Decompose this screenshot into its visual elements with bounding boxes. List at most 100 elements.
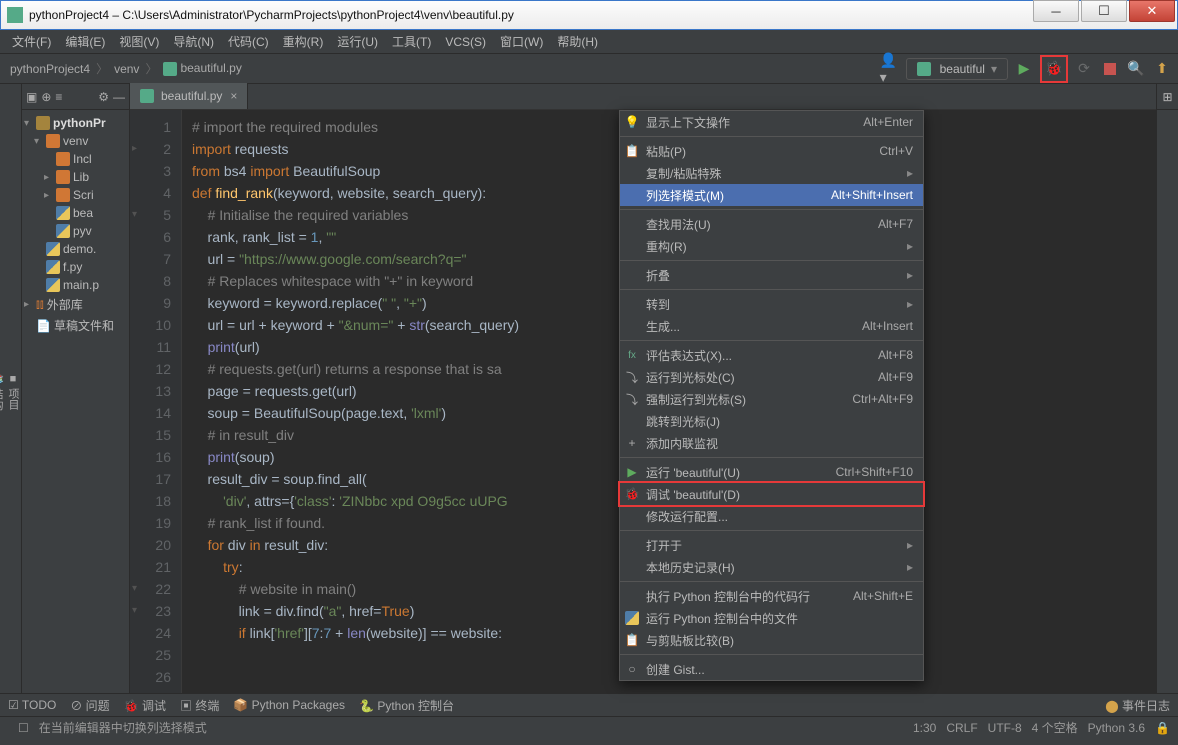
inspections-icon[interactable]: ⊞ bbox=[1157, 84, 1178, 110]
window-titlebar: pythonProject4 – C:\Users\Administrator\… bbox=[0, 0, 1178, 30]
stop-button[interactable] bbox=[1100, 59, 1120, 79]
context-menu-item[interactable]: 🐞调试 'beautiful'(D) bbox=[620, 483, 923, 505]
menu-item[interactable]: 视图(V) bbox=[113, 31, 165, 52]
tree-node[interactable]: ▾venv bbox=[24, 132, 127, 150]
menu-item[interactable]: 代码(C) bbox=[222, 31, 275, 52]
caret-position[interactable]: 1:30 bbox=[913, 721, 936, 735]
tree-node[interactable]: bea bbox=[24, 204, 127, 222]
editor-context-menu: 💡显示上下文操作Alt+Enter 📋粘贴(P)Ctrl+V复制/粘贴特殊▸列选择… bbox=[619, 110, 924, 681]
pycharm-icon bbox=[7, 7, 23, 23]
right-gutter: ⊞ bbox=[1156, 84, 1178, 693]
menu-item[interactable]: VCS(S) bbox=[439, 33, 492, 51]
left-tool-window-tabs: ■ 项目 📚 结构 ★ 收藏夹 bbox=[0, 84, 22, 693]
menu-item[interactable]: 文件(F) bbox=[6, 31, 57, 52]
context-menu-item[interactable]: 列选择模式(M)Alt+Shift+Insert bbox=[620, 184, 923, 206]
tree-node[interactable]: ▾pythonPr bbox=[24, 114, 127, 132]
python-file-icon bbox=[163, 62, 177, 76]
settings-icon[interactable]: ⚙ bbox=[98, 90, 109, 104]
update-icon[interactable]: ⬆ bbox=[1152, 59, 1172, 79]
breadcrumb[interactable]: pythonProject4 bbox=[6, 60, 94, 78]
status-bar: ☐ 在当前编辑器中切换列选择模式 1:30 CRLF UTF-8 4 个空格 P… bbox=[0, 716, 1178, 738]
indent[interactable]: 4 个空格 bbox=[1032, 719, 1078, 736]
context-menu-item[interactable]: 跳转到光标(J) bbox=[620, 410, 923, 432]
tree-node[interactable]: ▸Scri bbox=[24, 186, 127, 204]
context-menu-item[interactable]: +添加内联监视 bbox=[620, 432, 923, 454]
context-menu-item[interactable]: 重构(R)▸ bbox=[620, 235, 923, 257]
breadcrumb[interactable]: venv bbox=[110, 60, 143, 78]
context-menu-item[interactable]: 💡显示上下文操作Alt+Enter bbox=[620, 111, 923, 133]
bottom-tab-problems[interactable]: ⊘ 问题 bbox=[70, 697, 109, 714]
tree-node[interactable]: main.p bbox=[24, 276, 127, 294]
bottom-tab-console[interactable]: 🐍 Python 控制台 bbox=[359, 697, 454, 714]
context-menu-item[interactable]: 查找用法(U)Alt+F7 bbox=[620, 213, 923, 235]
context-menu-item[interactable]: 复制/粘贴特殊▸ bbox=[620, 162, 923, 184]
menu-item[interactable]: 导航(N) bbox=[167, 31, 220, 52]
menu-item[interactable]: 窗口(W) bbox=[494, 31, 549, 52]
context-menu-item[interactable]: ⤵运行到光标处(C)Alt+F9 bbox=[620, 366, 923, 388]
menu-item[interactable]: 工具(T) bbox=[386, 31, 437, 52]
bottom-tab-todo[interactable]: ☑ TODO bbox=[8, 698, 56, 712]
user-icon[interactable]: 👤▾ bbox=[880, 59, 900, 79]
context-menu-item[interactable]: 修改运行配置... bbox=[620, 505, 923, 527]
context-menu-item[interactable]: 执行 Python 控制台中的代码行Alt+Shift+E bbox=[620, 585, 923, 607]
close-button[interactable]: ✕ bbox=[1129, 0, 1175, 22]
bottom-tab-debug[interactable]: 🐞 调试 bbox=[124, 697, 166, 714]
menu-item[interactable]: 运行(U) bbox=[331, 31, 384, 52]
editor-tab[interactable]: beautiful.py × bbox=[130, 83, 248, 109]
menu-item[interactable]: 重构(R) bbox=[277, 31, 330, 52]
minimize-button[interactable]: ─ bbox=[1033, 0, 1079, 22]
bottom-tab-terminal[interactable]: ▣ 终端 bbox=[180, 697, 219, 714]
tool-windows-icon[interactable]: ☐ bbox=[18, 721, 29, 735]
menu-item[interactable]: 编辑(E) bbox=[59, 31, 111, 52]
maximize-button[interactable]: ☐ bbox=[1081, 0, 1127, 22]
context-menu-item[interactable]: ⤵强制运行到光标(S)Ctrl+Alt+F9 bbox=[620, 388, 923, 410]
hide-icon[interactable]: — bbox=[113, 90, 125, 104]
python-file-icon bbox=[140, 89, 154, 103]
python-icon bbox=[917, 62, 931, 76]
interpreter[interactable]: Python 3.6 bbox=[1088, 721, 1145, 735]
context-menu-item[interactable]: 本地历史记录(H)▸ bbox=[620, 556, 923, 578]
bug-icon: 🐞 bbox=[1044, 59, 1064, 79]
context-menu-item[interactable]: 折叠▸ bbox=[620, 264, 923, 286]
tree-node[interactable]: Incl bbox=[24, 150, 127, 168]
close-tab-icon[interactable]: × bbox=[230, 89, 237, 103]
tree-node[interactable]: ▸Lib bbox=[24, 168, 127, 186]
left-tab-structure[interactable]: 📚 结构 bbox=[0, 94, 5, 689]
context-menu-item[interactable]: ▶运行 'beautiful'(U)Ctrl+Shift+F10 bbox=[620, 461, 923, 483]
locate-icon[interactable]: ⊕ bbox=[41, 90, 51, 104]
lock-icon[interactable]: 🔒 bbox=[1155, 721, 1170, 735]
tree-node[interactable]: 📄草稿文件和 bbox=[24, 315, 127, 336]
search-icon[interactable]: 🔍 bbox=[1126, 59, 1146, 79]
line-separator[interactable]: CRLF bbox=[946, 721, 977, 735]
tree-node[interactable]: pyv bbox=[24, 222, 127, 240]
project-tool-window: ▣ ⊕ ≡ ⚙ — ▾pythonPr▾venvIncl▸Lib▸Scribea… bbox=[22, 84, 130, 693]
context-menu-item[interactable]: 打开于▸ bbox=[620, 534, 923, 556]
project-view-icon[interactable]: ▣ bbox=[26, 90, 37, 104]
navigation-bar: pythonProject4 〉 venv 〉 beautiful.py 👤▾ … bbox=[0, 54, 1178, 84]
menu-item[interactable]: 帮助(H) bbox=[551, 31, 604, 52]
breadcrumb[interactable]: beautiful.py bbox=[159, 59, 245, 78]
context-menu-item[interactable]: 📋与剪贴板比较(B) bbox=[620, 629, 923, 651]
context-menu-item[interactable]: 转到▸ bbox=[620, 293, 923, 315]
tree-node[interactable]: demo. bbox=[24, 240, 127, 258]
tree-node[interactable]: ▸⫾⫾外部库 bbox=[24, 294, 127, 315]
context-menu-item[interactable]: 运行 Python 控制台中的文件 bbox=[620, 607, 923, 629]
collapse-icon[interactable]: ≡ bbox=[55, 90, 62, 104]
status-message: 在当前编辑器中切换列选择模式 bbox=[39, 719, 207, 736]
context-menu-item[interactable]: fx评估表达式(X)...Alt+F8 bbox=[620, 344, 923, 366]
context-menu-item[interactable]: 生成...Alt+Insert bbox=[620, 315, 923, 337]
bottom-tool-tabs: ☑ TODO ⊘ 问题 🐞 调试 ▣ 终端 📦 Python Packages … bbox=[0, 693, 1178, 716]
left-tab-project[interactable]: ■ 项目 bbox=[5, 94, 21, 689]
tree-node[interactable]: f.py bbox=[24, 258, 127, 276]
menubar: 文件(F)编辑(E)视图(V)导航(N)代码(C)重构(R)运行(U)工具(T)… bbox=[0, 30, 1178, 54]
run-with-coverage-icon[interactable]: ⟳ bbox=[1074, 59, 1094, 79]
event-log[interactable]: ⬤ 事件日志 bbox=[1105, 697, 1170, 714]
context-menu-item[interactable]: ○创建 Gist... bbox=[620, 658, 923, 680]
window-title: pythonProject4 – C:\Users\Administrator\… bbox=[29, 8, 1033, 22]
debug-button-highlighted[interactable]: 🐞 bbox=[1040, 55, 1068, 83]
encoding[interactable]: UTF-8 bbox=[988, 721, 1022, 735]
bottom-tab-packages[interactable]: 📦 Python Packages bbox=[233, 698, 345, 712]
context-menu-item[interactable]: 📋粘贴(P)Ctrl+V bbox=[620, 140, 923, 162]
run-button[interactable]: ▶ bbox=[1014, 59, 1034, 79]
run-configuration-selector[interactable]: beautiful ▾ bbox=[906, 58, 1008, 80]
